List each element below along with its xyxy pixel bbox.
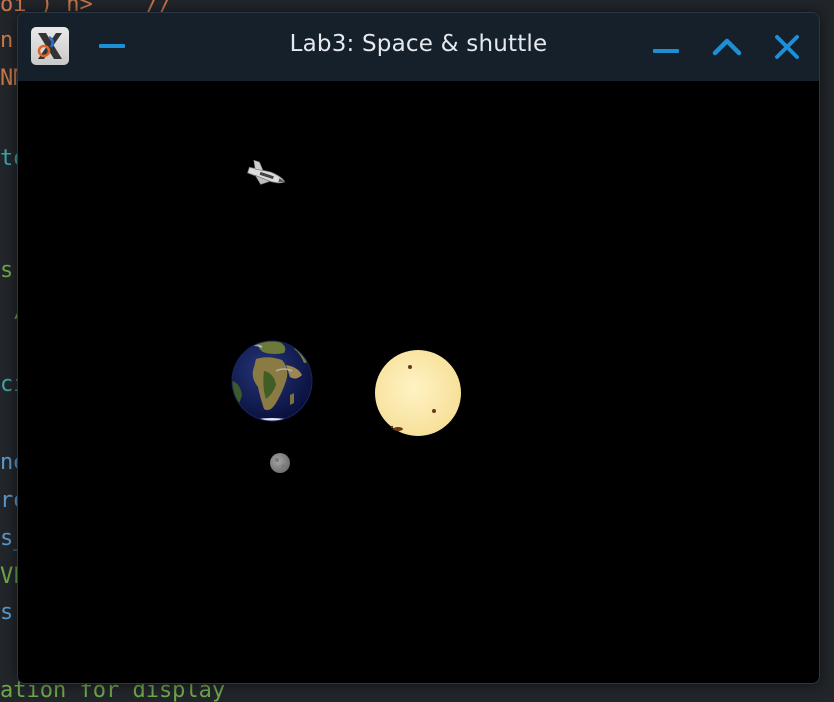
sun — [375, 350, 461, 436]
maximize-button[interactable] — [711, 31, 743, 63]
app-window: Lab3: Space & shuttle — [17, 12, 820, 684]
moon — [270, 453, 290, 473]
earth — [231, 340, 313, 422]
space-scene-canvas[interactable] — [18, 81, 819, 683]
maximize-icon — [712, 38, 742, 56]
code-line: s — [0, 600, 14, 625]
minimize-button[interactable] — [650, 31, 682, 63]
title-bar[interactable]: Lab3: Space & shuttle — [18, 13, 819, 81]
minimize-icon — [653, 49, 679, 53]
close-icon — [775, 35, 799, 59]
window-title: Lab3: Space & shuttle — [289, 31, 548, 57]
code-line: s — [0, 258, 14, 283]
close-button[interactable] — [771, 31, 803, 63]
space-shuttle — [247, 159, 286, 185]
